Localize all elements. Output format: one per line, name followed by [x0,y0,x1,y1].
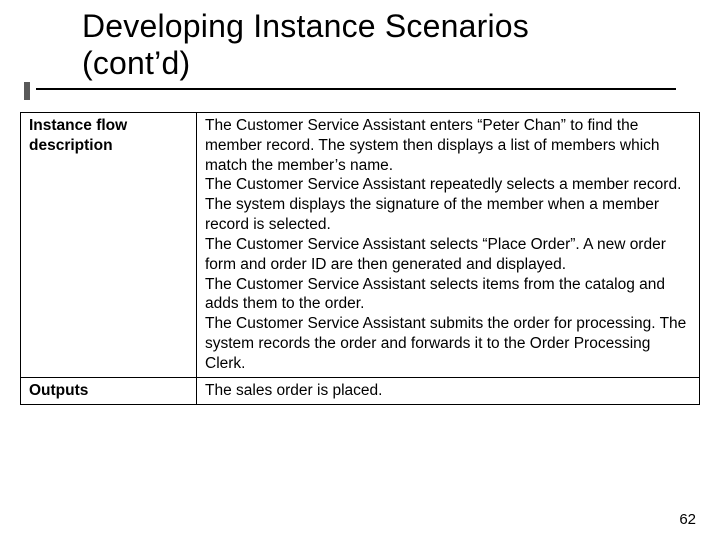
body-paragraph: The sales order is placed. [205,381,691,401]
body-paragraph: The Customer Service Assistant repeatedl… [205,175,691,234]
body-paragraph: The Customer Service Assistant selects i… [205,275,691,315]
row-body: The sales order is placed. [197,377,700,404]
body-paragraph: The Customer Service Assistant submits t… [205,314,691,373]
table-row: Instance flow description The Customer S… [21,113,700,378]
title-underline [36,88,676,90]
row-body: The Customer Service Assistant enters “P… [197,113,700,378]
row-label-line: Outputs [29,381,188,401]
row-label-line: Instance flow [29,116,188,136]
body-paragraph: The Customer Service Assistant enters “P… [205,116,691,175]
title-line-2: (cont’d) [82,45,720,82]
row-label: Instance flow description [21,113,197,378]
row-label-line: description [29,136,188,156]
page-number: 62 [679,511,696,528]
slide-title: Developing Instance Scenarios (cont’d) [0,0,720,82]
row-label: Outputs [21,377,197,404]
bullet-icon [24,82,30,100]
title-line-1: Developing Instance Scenarios [82,8,720,45]
body-paragraph: The Customer Service Assistant selects “… [205,235,691,275]
table-row: Outputs The sales order is placed. [21,377,700,404]
scenario-table: Instance flow description The Customer S… [20,112,700,405]
